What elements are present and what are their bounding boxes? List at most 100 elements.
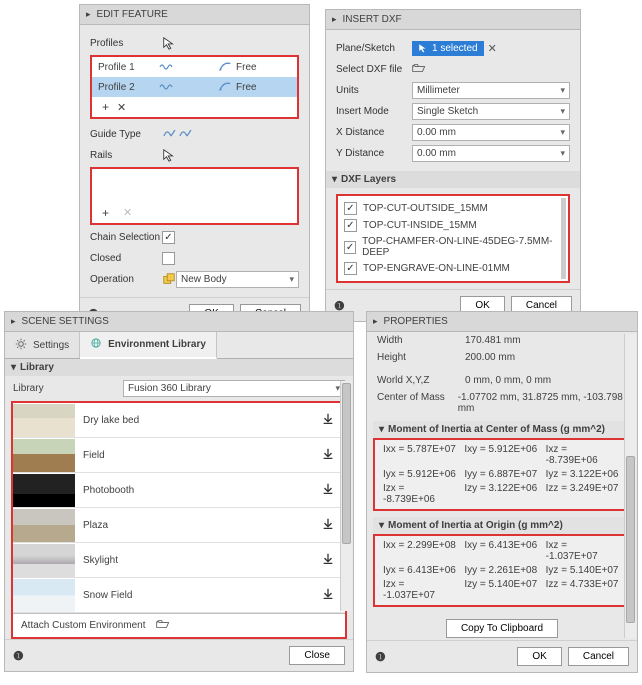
collapse-icon[interactable]: ▸ <box>86 9 91 20</box>
profile-actions: + ✕ <box>92 97 297 117</box>
library-dropdown[interactable]: Fusion 360 Library <box>123 380 345 397</box>
layer-item[interactable]: TOP-CHAMFER-ON-LINE-45DEG-7.5MM-DEEP <box>344 234 562 260</box>
closed-checkbox[interactable] <box>162 252 175 265</box>
download-icon[interactable] <box>321 517 335 534</box>
mode-label: Insert Mode <box>336 106 412 117</box>
add-icon[interactable]: + <box>98 100 113 114</box>
scene-scrollbar[interactable] <box>340 381 352 611</box>
chain-checkbox[interactable] <box>162 231 175 244</box>
info-icon[interactable]: ❶ <box>13 649 24 663</box>
profiles-label: Profiles <box>90 38 162 49</box>
layers-list: TOP-CUT-OUTSIDE_15MM TOP-CUT-INSIDE_15MM… <box>336 194 570 283</box>
env-item[interactable]: Field <box>13 438 345 473</box>
ydist-input[interactable]: 0.00 mm <box>412 145 570 162</box>
moi-origin-box: Ixx = 2.299E+08Ixy = 6.413E+06Ixz = -1.0… <box>373 534 631 607</box>
layer-checkbox[interactable] <box>344 219 357 232</box>
scene-settings-panel: ▸ SCENE SETTINGS Settings Environment Li… <box>4 311 354 672</box>
library-label: Library <box>13 383 123 394</box>
height-label: Height <box>377 352 465 363</box>
free-icon[interactable] <box>218 60 232 74</box>
env-thumb <box>13 474 75 507</box>
clear-icon[interactable]: ✕ <box>488 42 497 55</box>
env-item[interactable]: Skylight <box>13 543 345 578</box>
dxf-layers-header[interactable]: ▾ DXF Layers <box>326 171 580 188</box>
open-file-icon[interactable] <box>412 63 426 76</box>
plane-tag[interactable]: 1 selected <box>412 41 484 56</box>
panel-title: INSERT DXF <box>343 14 402 25</box>
layers-scrollbar[interactable] <box>561 198 566 279</box>
units-dropdown[interactable]: Millimeter <box>412 82 570 99</box>
download-icon[interactable] <box>321 587 335 604</box>
profile-row[interactable]: Profile 2 Free <box>92 77 297 97</box>
xdist-input[interactable]: 0.00 mm <box>412 124 570 141</box>
panel-title: EDIT FEATURE <box>97 9 168 20</box>
free-icon[interactable] <box>218 80 232 94</box>
layer-checkbox[interactable] <box>344 262 357 275</box>
panel-title: PROPERTIES <box>384 316 448 327</box>
collapse-icon[interactable]: ▸ <box>332 14 337 25</box>
download-icon[interactable] <box>321 552 335 569</box>
width-value: 170.481 mm <box>465 335 521 346</box>
layer-item[interactable]: TOP-ENGRAVE-ON-LINE-01MM <box>344 260 562 277</box>
tab-environment-library[interactable]: Environment Library <box>80 332 217 359</box>
info-icon[interactable]: ❶ <box>375 650 386 664</box>
close-button[interactable]: Close <box>289 646 345 665</box>
layer-item[interactable]: TOP-CUT-INSIDE_15MM <box>344 217 562 234</box>
layer-checkbox[interactable] <box>344 202 357 215</box>
panel-header: ▸ SCENE SETTINGS <box>5 312 353 332</box>
add-icon[interactable]: + <box>98 206 113 220</box>
ok-button[interactable]: OK <box>517 647 561 666</box>
profile-chain-icon[interactable] <box>158 81 218 93</box>
env-thumb <box>13 544 75 577</box>
panel-footer: ❶ Close <box>5 639 353 671</box>
chevron-down-icon: ▾ <box>379 520 384 531</box>
panel-header: ▸ EDIT FEATURE <box>80 5 309 25</box>
operation-dropdown[interactable]: New Body <box>176 271 299 288</box>
library-section-header[interactable]: ▾ Library <box>5 359 353 376</box>
cursor-icon <box>162 36 176 50</box>
remove-icon[interactable]: ✕ <box>113 101 130 114</box>
collapse-icon[interactable]: ▸ <box>11 316 16 327</box>
remove-icon: ✕ <box>119 206 136 220</box>
world-value: 0 mm, 0 mm, 0 mm <box>465 375 551 386</box>
panel-title: SCENE SETTINGS <box>22 316 109 327</box>
guide-icons[interactable] <box>162 126 194 143</box>
env-thumb <box>13 439 75 472</box>
profile-chain-icon[interactable] <box>158 61 218 73</box>
collapse-icon[interactable]: ▸ <box>373 316 378 327</box>
moi-origin-header[interactable]: ▾ Moment of Inertia at Origin (g mm^2) <box>373 517 631 534</box>
tab-settings[interactable]: Settings <box>5 332 80 358</box>
profile-mode: Free <box>236 82 257 93</box>
layer-item[interactable]: TOP-CUT-OUTSIDE_15MM <box>344 200 562 217</box>
file-label: Select DXF file <box>336 64 412 75</box>
edit-feature-panel: ▸ EDIT FEATURE Profiles Profile 1 Free P… <box>79 4 310 330</box>
env-item[interactable]: Plaza <box>13 508 345 543</box>
profile-row[interactable]: Profile 1 Free <box>92 57 297 77</box>
env-item[interactable]: Dry lake bed <box>13 403 345 438</box>
guidetype-label: Guide Type <box>90 129 162 140</box>
rails-list[interactable]: + ✕ <box>90 167 299 225</box>
ydist-label: Y Distance <box>336 148 412 159</box>
cursor-icon <box>162 148 176 162</box>
env-item[interactable]: Photobooth <box>13 473 345 508</box>
cancel-button[interactable]: Cancel <box>568 647 629 666</box>
download-icon[interactable] <box>321 482 335 499</box>
moi-com-box: Ixx = 5.787E+07Ixy = 5.912E+06Ixz = -8.7… <box>373 438 631 511</box>
panel-footer: ❶ OK Cancel <box>367 640 637 672</box>
open-file-icon[interactable] <box>156 619 170 632</box>
height-value: 200.00 mm <box>465 352 515 363</box>
environment-list: Dry lake bed Field Photobooth Plaza Skyl… <box>11 401 347 639</box>
copy-button[interactable]: Copy To Clipboard <box>446 619 558 638</box>
panel-header: ▸ PROPERTIES <box>367 312 637 332</box>
globe-icon <box>90 337 102 352</box>
profile-name: Profile 2 <box>98 82 158 93</box>
props-scrollbar[interactable] <box>624 334 636 638</box>
env-item[interactable]: Snow Field <box>13 578 345 613</box>
layer-checkbox[interactable] <box>344 241 356 254</box>
profile-mode: Free <box>236 62 257 73</box>
moi-com-header[interactable]: ▾ Moment of Inertia at Center of Mass (g… <box>373 421 631 438</box>
download-icon[interactable] <box>321 447 335 464</box>
gear-icon <box>15 338 27 353</box>
download-icon[interactable] <box>321 412 335 429</box>
mode-dropdown[interactable]: Single Sketch <box>412 103 570 120</box>
